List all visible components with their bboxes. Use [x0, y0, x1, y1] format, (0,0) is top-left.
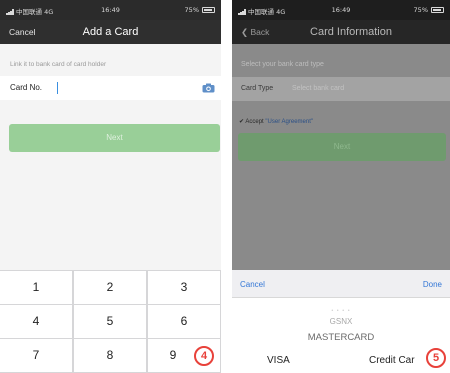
page-title: Card Information	[310, 26, 392, 38]
picker-option-mastercard[interactable]: MASTERCARD	[232, 332, 450, 343]
card-type-label: Card Type	[241, 85, 274, 92]
card-information-screen: 中国联通 4G 16:49 75% ❮ Back Card Informatio…	[232, 0, 450, 373]
picker-toolbar: Cancel Done	[232, 270, 450, 298]
link-hint: Link it to bank card of card holder	[10, 61, 107, 68]
nav-bar: Cancel Add a Card	[0, 20, 221, 44]
checkmark-icon[interactable]: ✔	[239, 119, 244, 125]
numeric-keypad: 1 2 3 4 5 6 7 8 9	[0, 270, 221, 373]
picker-done-button[interactable]: Done	[423, 280, 442, 289]
card-number-field[interactable]: Card No.	[0, 76, 221, 100]
next-button[interactable]: Next	[9, 124, 220, 152]
battery-percent: 75%	[413, 6, 428, 14]
key-7[interactable]: 7	[0, 339, 72, 372]
accept-label: Accept	[245, 119, 264, 125]
card-type-placeholder: Select bank card	[292, 85, 345, 92]
picker-option-visa[interactable]: VISA	[267, 355, 290, 366]
key-3[interactable]: 3	[148, 271, 220, 304]
picker-option-gsnx[interactable]: GSNX	[232, 317, 450, 326]
text-caret	[57, 82, 58, 94]
key-5[interactable]: 5	[74, 305, 146, 338]
chevron-left-icon: ❮	[241, 27, 249, 37]
battery-icon	[431, 7, 444, 13]
key-1[interactable]: 1	[0, 271, 72, 304]
key-8[interactable]: 8	[74, 339, 146, 372]
key-6[interactable]: 6	[148, 305, 220, 338]
battery-icon	[202, 7, 215, 13]
picker-cancel-button[interactable]: Cancel	[240, 280, 265, 289]
battery-percent: 75%	[184, 6, 199, 14]
status-bar: 中国联通 4G 16:49 75%	[0, 0, 221, 20]
page-title: Add a Card	[82, 26, 139, 38]
picker-option-credit-card[interactable]: Credit Car	[369, 355, 415, 366]
agreement-row[interactable]: ✔ Accept "User Agreement"	[239, 118, 313, 125]
card-no-label: Card No.	[10, 83, 43, 92]
camera-icon[interactable]	[202, 83, 215, 93]
status-bar: 中国联通 4G 16:49 75%	[232, 0, 450, 20]
key-2[interactable]: 2	[74, 271, 146, 304]
next-button[interactable]: Next	[238, 133, 446, 161]
user-agreement-link[interactable]: "User Agreement"	[265, 119, 313, 125]
card-type-row[interactable]: Card Type Select bank card	[232, 77, 450, 101]
select-type-hint: Select your bank card type	[241, 61, 324, 68]
add-card-screen: 中国联通 4G 16:49 75% Cancel Add a Card Link…	[0, 0, 221, 373]
step-badge-5: 5	[426, 348, 446, 368]
nav-bar: ❮ Back Card Information	[232, 20, 450, 44]
step-badge-4: 4	[194, 346, 214, 366]
card-type-picker[interactable]: Cancel Done • • • • GSNX MASTERCARD VISA…	[232, 270, 450, 373]
picker-option-faded: • • • •	[331, 308, 351, 314]
key-4[interactable]: 4	[0, 305, 72, 338]
